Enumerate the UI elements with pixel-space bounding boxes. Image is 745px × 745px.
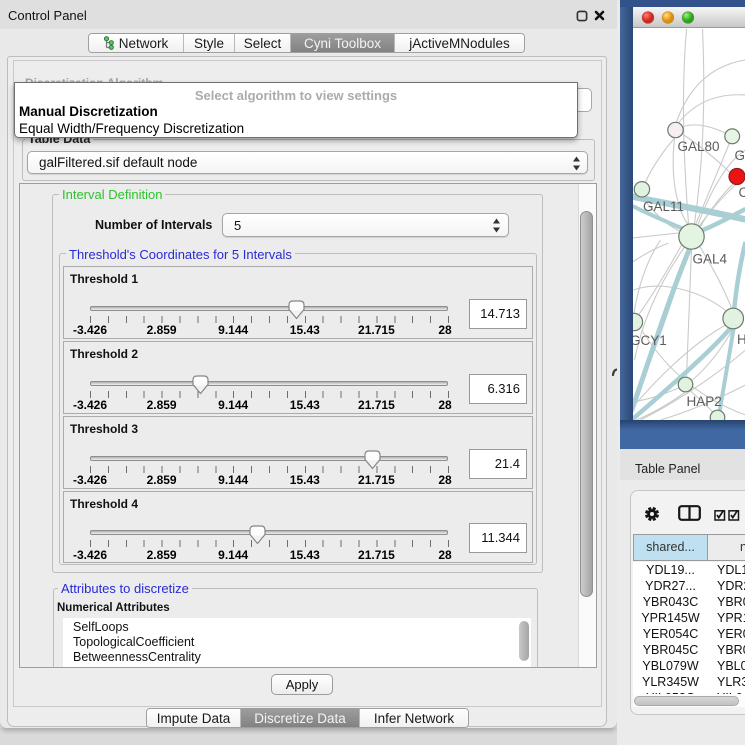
svg-text:H: H: [737, 332, 745, 347]
svg-text:GAL80: GAL80: [677, 139, 719, 154]
svg-text:GAL11: GAL11: [643, 199, 684, 214]
svg-text:HAP2: HAP2: [686, 394, 721, 409]
svg-text:GA: GA: [734, 148, 745, 163]
svg-text:C: C: [738, 185, 745, 200]
svg-text:GCY1: GCY1: [633, 333, 667, 348]
svg-text:GAL4: GAL4: [692, 252, 727, 267]
